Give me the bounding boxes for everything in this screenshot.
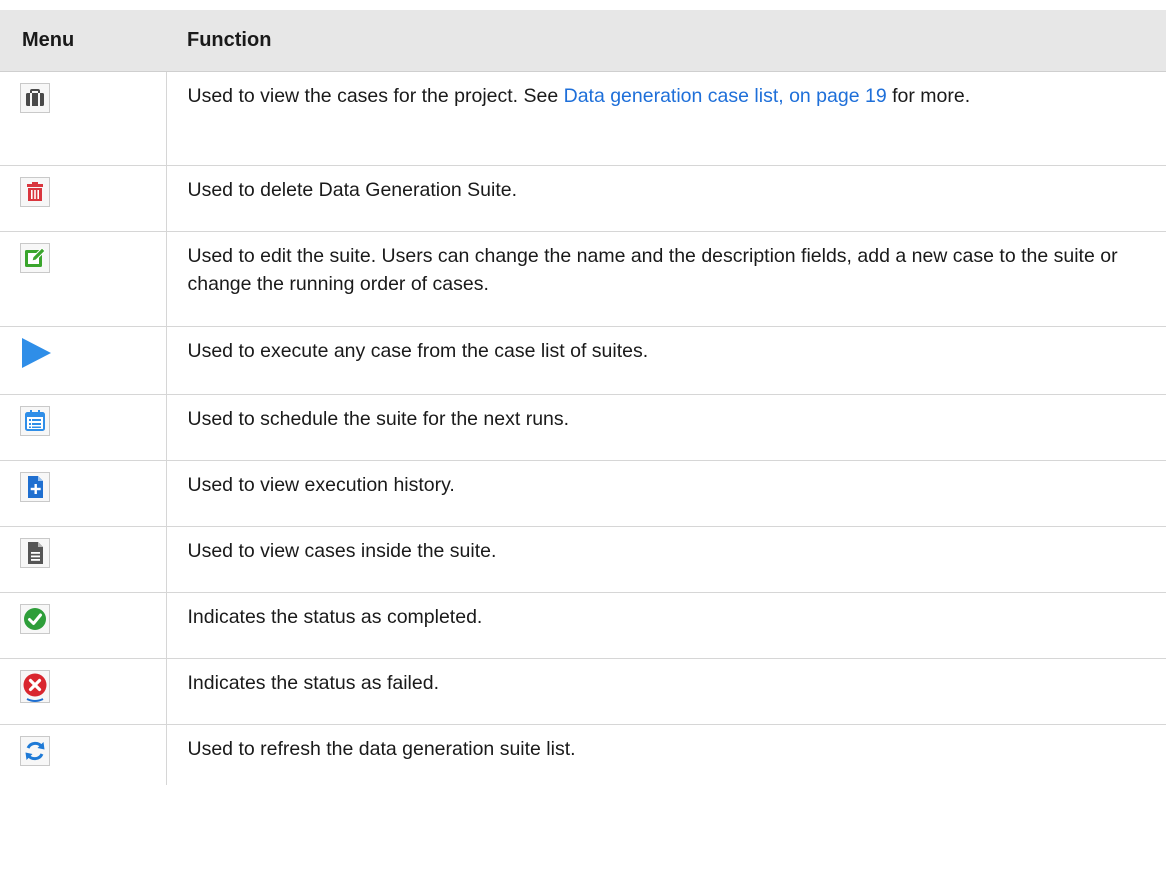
table-row: Used to view execution history. — [0, 460, 1166, 527]
menu-cell — [0, 724, 167, 785]
menu-cell — [0, 326, 167, 395]
calendar-icon — [20, 406, 50, 436]
table-row: Indicates the status as completed. — [0, 592, 1166, 659]
menu-cell — [0, 592, 167, 659]
function-cell: Used to execute any case from the case l… — [166, 326, 1166, 395]
table-row: Used to execute any case from the case l… — [0, 326, 1166, 395]
menu-cell — [0, 460, 167, 527]
menu-cell — [0, 526, 167, 593]
menu-cell — [0, 658, 167, 725]
function-cell: Used to view the cases for the project. … — [166, 71, 1166, 166]
menu-cell — [0, 231, 167, 327]
table-row: Used to view the cases for the project. … — [0, 71, 1166, 166]
table-row: Used to refresh the data generation suit… — [0, 724, 1166, 785]
row-text: Used to view the cases for the project. … — [187, 85, 564, 107]
menu-cell — [0, 165, 167, 232]
row-text-suffix: for more. — [886, 85, 971, 107]
function-cell: Used to view cases inside the suite. — [166, 526, 1166, 593]
table-row: Used to edit the suite. Users can change… — [0, 231, 1166, 327]
table-row: Used to schedule the suite for the next … — [0, 394, 1166, 461]
briefcase-icon — [20, 83, 50, 113]
table-row: Used to view cases inside the suite. — [0, 526, 1166, 593]
table-header-row: Menu Function — [0, 10, 1166, 72]
menu-cell — [0, 71, 167, 166]
trash-icon — [20, 177, 50, 207]
function-cell: Used to schedule the suite for the next … — [166, 394, 1166, 461]
table-row: Indicates the status as failed. — [0, 658, 1166, 725]
refresh-icon — [20, 736, 50, 766]
check-circle-icon — [20, 604, 50, 634]
error-circle-icon — [20, 670, 50, 703]
add-document-icon — [20, 472, 50, 502]
menu-column-header: Menu — [0, 10, 166, 72]
function-cell: Used to view execution history. — [166, 460, 1166, 527]
function-column-header: Function — [166, 10, 1166, 72]
table-row: Used to delete Data Generation Suite. — [0, 165, 1166, 232]
play-icon — [20, 338, 51, 368]
function-cell: Used to delete Data Generation Suite. — [166, 165, 1166, 232]
data-generation-case-list-link[interactable]: Data generation case list, on page 19 — [564, 85, 887, 107]
menu-function-table: Menu Function Used to view the cases for… — [0, 10, 1166, 785]
function-cell: Used to refresh the data generation suit… — [187, 738, 576, 760]
function-cell: Used to edit the suite. Users can change… — [166, 231, 1166, 327]
menu-cell — [0, 394, 167, 461]
document-icon — [20, 538, 50, 568]
function-cell: Indicates the status as completed. — [166, 592, 1166, 659]
function-cell: Indicates the status as failed. — [166, 658, 1166, 725]
edit-icon — [20, 243, 50, 273]
